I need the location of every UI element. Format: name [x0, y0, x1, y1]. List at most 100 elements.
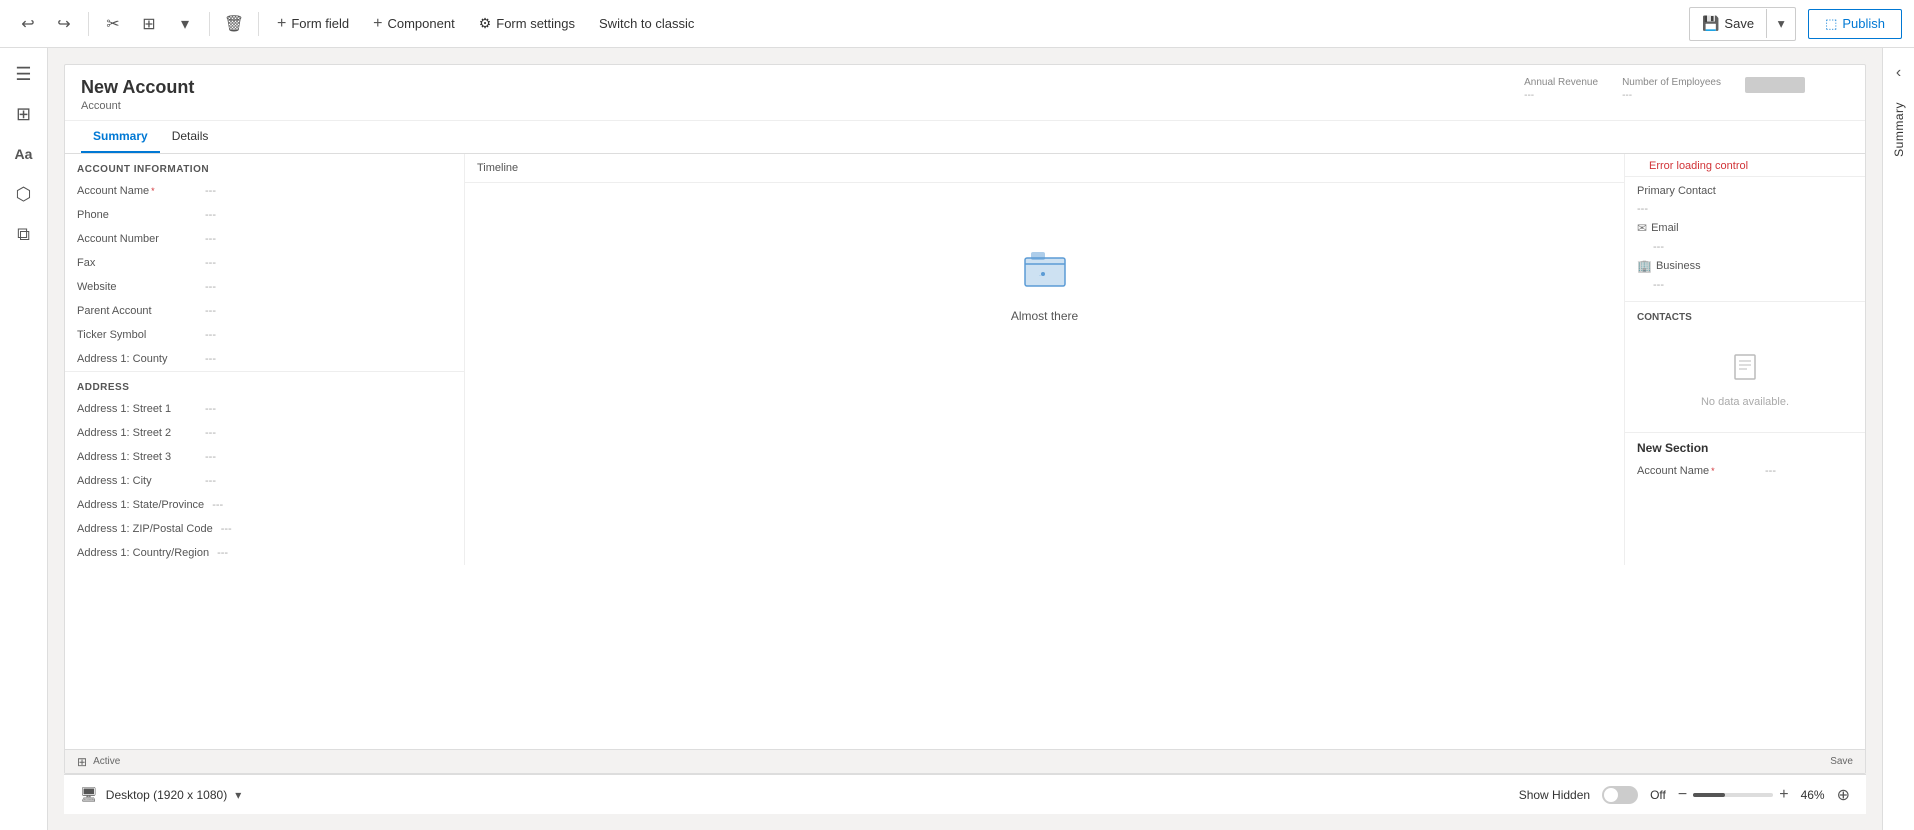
field-street1-value: ---: [205, 403, 216, 415]
email-row: ✉ Email: [1637, 217, 1853, 239]
field-phone-value: ---: [205, 209, 216, 221]
device-selector: 🖥 Desktop (1920 x 1080) ▾: [80, 786, 241, 803]
annual-revenue-field: Annual Revenue ---: [1524, 77, 1598, 101]
field-account-number-value: ---: [205, 233, 216, 245]
settings-icon: ⚙: [479, 15, 492, 32]
business-row: 🏢 Business: [1637, 255, 1853, 277]
sidebar-layers-icon[interactable]: ⬡: [6, 176, 42, 212]
field-country: Address 1: Country/Region ---: [65, 541, 464, 565]
num-employees-value: ---: [1622, 90, 1632, 101]
form-preview: New Account Account Annual Revenue --- N…: [64, 64, 1866, 774]
device-dropdown-icon[interactable]: ▾: [235, 788, 241, 802]
required-star: *: [151, 186, 155, 196]
bottom-right-controls: Show Hidden Off − + 46% ⊕: [1519, 785, 1850, 805]
redo-button[interactable]: ↪: [48, 8, 80, 40]
business-icon: 🏢: [1637, 259, 1652, 273]
component-button[interactable]: + Component: [363, 9, 465, 39]
zoom-fit-button[interactable]: ⊕: [1837, 785, 1850, 805]
form-left-column: ACCOUNT INFORMATION Account Name* --- Ph…: [65, 154, 465, 565]
business-sub-label: Business: [1656, 260, 1701, 272]
field-street2-value: ---: [205, 427, 216, 439]
field-fax-label: Fax: [77, 257, 197, 269]
field-country-value: ---: [217, 547, 228, 559]
tab-details[interactable]: Details: [160, 121, 221, 153]
field-ticker-symbol: Ticker Symbol ---: [65, 323, 464, 347]
field-street3-value: ---: [205, 451, 216, 463]
toolbar-divider-2: [209, 12, 210, 36]
field-zip: Address 1: ZIP/Postal Code ---: [65, 517, 464, 541]
publish-icon: ⬚: [1825, 16, 1837, 32]
show-hidden-label: Show Hidden: [1519, 788, 1590, 802]
status-right: Save: [1830, 756, 1853, 767]
main-area: ☰ ⊞ Aa ⬡ ⧉ New Account Account Annual Re…: [0, 48, 1914, 830]
save-dropdown-button[interactable]: ▾: [1767, 8, 1795, 40]
zoom-minus-button[interactable]: −: [1678, 786, 1687, 804]
field-account-name-label: Account Name*: [77, 185, 197, 197]
show-hidden-toggle[interactable]: [1602, 786, 1638, 804]
annual-revenue-value: ---: [1524, 90, 1534, 101]
form-center-column: Timeline ···: [465, 154, 1625, 565]
sidebar-menu-icon[interactable]: ☰: [6, 56, 42, 92]
switch-classic-button[interactable]: Switch to classic: [589, 10, 704, 37]
delete-button[interactable]: 🗑: [218, 8, 250, 40]
field-parent-account-value: ---: [205, 305, 216, 317]
form-status-bar: ⊞ Active Save: [65, 749, 1865, 773]
right-sidebar: ‹ Summary: [1882, 48, 1914, 830]
zoom-plus-button[interactable]: +: [1779, 786, 1788, 804]
field-address-county-label: Address 1: County: [77, 353, 197, 365]
toolbar-divider-1: [88, 12, 89, 36]
field-zip-label: Address 1: ZIP/Postal Code: [77, 523, 213, 535]
field-account-number: Account Number ---: [65, 227, 464, 251]
preview-icon: ⊞: [77, 755, 87, 769]
publish-button[interactable]: ⬚ Publish: [1808, 9, 1902, 39]
business-value: ---: [1637, 277, 1853, 293]
new-section-header: New Section: [1625, 432, 1865, 459]
right-sidebar-close-button[interactable]: ‹: [1896, 56, 1901, 90]
sidebar-components-icon[interactable]: ⧉: [6, 216, 42, 252]
cut-button[interactable]: ✂: [97, 8, 129, 40]
tab-summary[interactable]: Summary: [81, 121, 160, 153]
field-street3: Address 1: Street 3 ---: [65, 445, 464, 469]
address-section-header: ADDRESS: [65, 372, 464, 397]
save-indicator: Save: [1830, 756, 1853, 767]
device-label: Desktop (1920 x 1080): [106, 788, 227, 802]
save-group: 💾 Save ▾: [1689, 7, 1796, 41]
field-website: Website ---: [65, 275, 464, 299]
form-settings-button[interactable]: ⚙ Form settings: [469, 9, 585, 38]
address-section: ADDRESS Address 1: Street 1 --- Address …: [65, 371, 464, 565]
email-icon: ✉: [1637, 221, 1647, 235]
field-phone: Phone ---: [65, 203, 464, 227]
field-fax: Fax ---: [65, 251, 464, 275]
zoom-slider-fill: [1693, 793, 1725, 797]
status-left: ⊞ Active: [77, 755, 120, 769]
field-state-label: Address 1: State/Province: [77, 499, 204, 511]
num-employees-field: Number of Employees ---: [1622, 77, 1721, 101]
field-account-name: Account Name* ---: [65, 179, 464, 203]
copy-button[interactable]: ⊞: [133, 8, 165, 40]
undo-button[interactable]: ↩: [12, 8, 44, 40]
field-address-county-value: ---: [205, 353, 216, 365]
field-account-number-label: Account Number: [77, 233, 197, 245]
contacts-section-header: CONTACTS: [1625, 301, 1865, 327]
annual-revenue-label: Annual Revenue: [1524, 77, 1598, 88]
form-subtitle: Account: [81, 100, 1849, 112]
primary-contact-label: Primary Contact: [1637, 185, 1853, 197]
toggle-knob: [1604, 788, 1618, 802]
form-field-button[interactable]: + Form field: [267, 9, 359, 39]
sidebar-text-icon[interactable]: Aa: [6, 136, 42, 172]
save-button[interactable]: 💾 Save: [1690, 9, 1767, 38]
field-phone-label: Phone: [77, 209, 197, 221]
plus-icon-2: +: [373, 15, 382, 33]
sidebar-grid-icon[interactable]: ⊞: [6, 96, 42, 132]
contacts-no-data: No data available.: [1625, 327, 1865, 432]
contact-section: Primary Contact --- ✉ Email --- 🏢 Busine…: [1625, 177, 1865, 301]
dropdown-button[interactable]: ▾: [169, 8, 201, 40]
zoom-slider[interactable]: [1693, 793, 1773, 797]
timeline-label: Timeline: [465, 154, 1624, 183]
field-ticker-symbol-label: Ticker Symbol: [77, 329, 197, 341]
error-loading-text[interactable]: Error loading control: [1637, 152, 1760, 180]
field-street1-label: Address 1: Street 1: [77, 403, 197, 415]
timeline-icon: ···: [1021, 244, 1069, 301]
right-sidebar-label: Summary: [1892, 102, 1906, 157]
field-street2: Address 1: Street 2 ---: [65, 421, 464, 445]
